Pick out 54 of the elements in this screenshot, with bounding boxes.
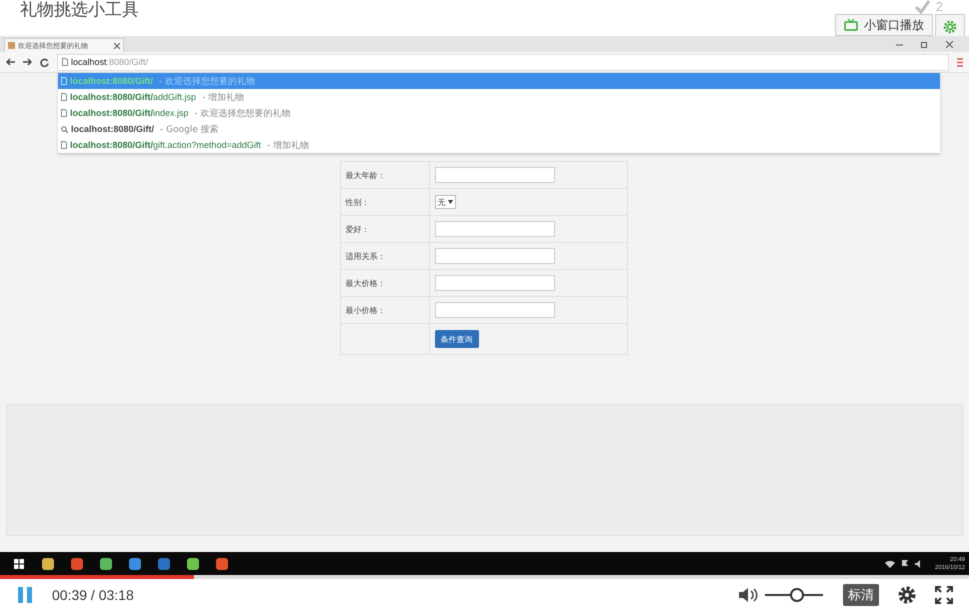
menu-icon[interactable]: [957, 58, 963, 66]
check-icon[interactable]: [914, 0, 930, 14]
field-label: 最小价格：: [346, 306, 386, 314]
app-icon[interactable]: [70, 558, 82, 570]
suggestion-item[interactable]: localhost:8080/Gift/ - Google 搜索: [58, 121, 940, 137]
forward-icon[interactable]: [23, 58, 32, 66]
app-icon[interactable]: [128, 558, 140, 570]
suggestion-item[interactable]: localhost:8080/Gift/addGift.jsp - 增加礼物: [58, 89, 940, 105]
count-label: 2: [936, 0, 943, 14]
query-button[interactable]: 条件查询: [434, 330, 478, 348]
app-icon[interactable]: [216, 558, 228, 570]
volume-thumb[interactable]: [790, 588, 804, 602]
app-icon[interactable]: [186, 558, 198, 570]
fullscreen-icon[interactable]: [935, 586, 953, 604]
field-label: 性别：: [346, 198, 370, 206]
tv-icon: [844, 19, 858, 31]
close-icon[interactable]: [114, 42, 120, 48]
input-field[interactable]: [434, 221, 554, 237]
suggestion-item[interactable]: localhost:8080/Gift/index.jsp - 欢迎选择您想要的礼物: [58, 105, 940, 121]
input-field[interactable]: [434, 275, 554, 291]
reload-icon[interactable]: [40, 58, 49, 66]
input-field[interactable]: [434, 167, 554, 183]
field-label: 最大价格：: [346, 278, 386, 288]
suggestion-item[interactable]: localhost:8080/Gift/gift.action?method=addGift - 增加礼物: [58, 137, 940, 153]
mini-player-button[interactable]: 小窗口播放: [835, 14, 933, 36]
page-icon: [8, 42, 15, 49]
app-icon[interactable]: [42, 558, 54, 570]
windows-icon[interactable]: [14, 558, 24, 568]
close-icon[interactable]: [946, 40, 953, 48]
progress-track[interactable]: [0, 575, 969, 579]
speaker-icon: [914, 560, 923, 568]
back-icon[interactable]: [6, 58, 15, 66]
app-icon[interactable]: [100, 558, 112, 570]
field-label: 适用关系：: [346, 252, 386, 260]
page-icon: [62, 58, 68, 66]
field-label: 最大年龄：: [346, 170, 386, 180]
quality-button[interactable]: 标清: [843, 584, 879, 606]
wifi-icon: [884, 560, 895, 568]
time-display: 00:39 / 03:18: [52, 586, 134, 602]
volume-icon[interactable]: [739, 586, 759, 602]
settings-icon: [942, 19, 958, 35]
input-field[interactable]: [434, 302, 554, 318]
field-label: 爱好：: [346, 224, 370, 234]
settings-icon[interactable]: [897, 584, 917, 604]
address-field[interactable]: localhost:8080/Gift/: [57, 54, 949, 70]
video-title: 礼物挑选小工具: [20, 0, 139, 21]
restore-icon[interactable]: [921, 40, 928, 48]
pause-icon[interactable]: [18, 586, 32, 602]
page-icon: [61, 141, 67, 149]
search-icon: [61, 126, 68, 132]
flag-icon: [900, 560, 909, 568]
caret-icon: [448, 200, 452, 204]
input-field[interactable]: [434, 248, 554, 264]
gender-dropdown[interactable]: 无: [434, 195, 456, 209]
